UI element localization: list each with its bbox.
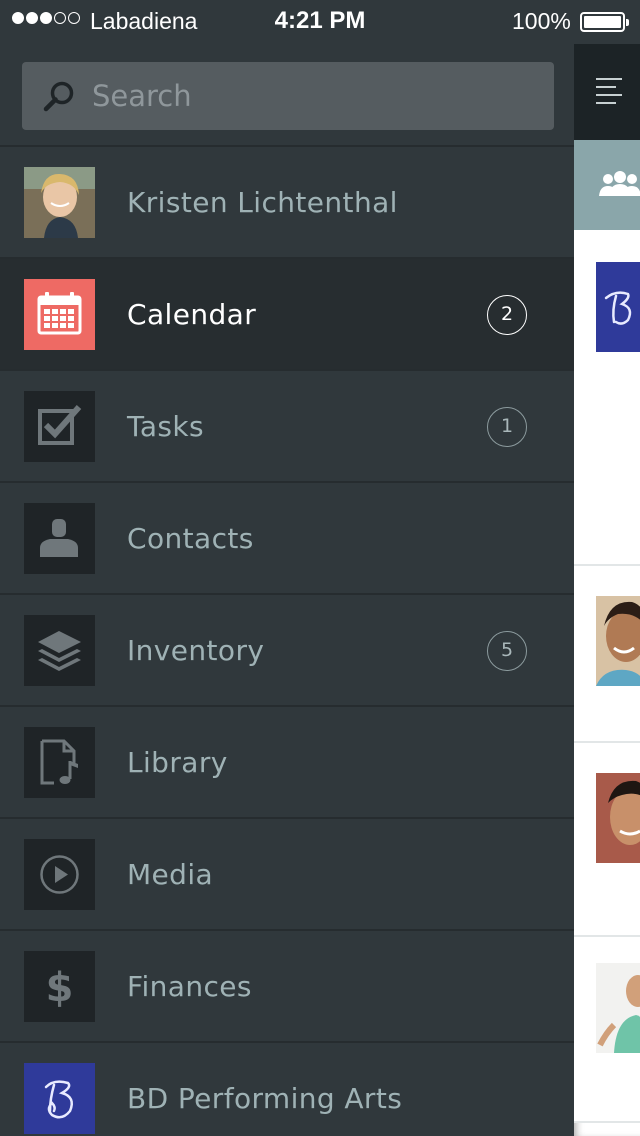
group-bar[interactable] <box>574 140 640 230</box>
calendar-tile <box>24 279 95 350</box>
menu-item-library[interactable]: Library <box>0 707 574 819</box>
calendar-icon <box>37 292 82 335</box>
main-content-panel <box>574 0 640 1136</box>
search-input[interactable] <box>92 62 542 130</box>
layers-icon <box>38 631 81 671</box>
search-bar <box>0 44 574 147</box>
count-badge: 2 <box>487 295 527 335</box>
tasks-tile <box>24 391 95 462</box>
organization-logo-icon <box>44 1080 73 1119</box>
count-badge: 1 <box>487 407 527 447</box>
finances-tile: $ <box>24 951 95 1022</box>
user-avatar-icon <box>24 167 95 238</box>
person-photo-icon <box>596 596 640 686</box>
feed-item[interactable] <box>574 743 640 937</box>
organization-logo <box>24 1063 95 1134</box>
status-bar: Labadiena 4:21 PM 100% <box>0 0 640 44</box>
search-field[interactable] <box>22 62 554 130</box>
navigation-drawer: Kristen Lichtenthal Calendar 2 <box>0 44 574 1136</box>
menu-item-label: Tasks <box>127 410 205 443</box>
menu-list: Kristen Lichtenthal Calendar 2 Tasks 1 C… <box>0 147 574 1136</box>
menu-item-label: Kristen Lichtenthal <box>127 186 398 219</box>
contacts-tile <box>24 503 95 574</box>
dollar-icon: $ <box>46 965 74 1011</box>
contact-photo <box>596 596 640 686</box>
menu-item-calendar[interactable]: Calendar 2 <box>0 259 574 371</box>
menu-icon[interactable] <box>596 78 622 106</box>
menu-item-label: Finances <box>127 970 252 1003</box>
person-icon <box>40 519 78 557</box>
search-icon <box>43 81 74 112</box>
library-tile <box>24 727 95 798</box>
feed-item[interactable] <box>574 566 640 743</box>
menu-item-tasks[interactable]: Tasks 1 <box>0 371 574 483</box>
group-icon <box>599 171 640 196</box>
menu-item-contacts[interactable]: Contacts <box>0 483 574 595</box>
menu-item-label: Contacts <box>127 522 254 555</box>
battery-percentage: 100% <box>512 8 571 34</box>
feed-item[interactable] <box>574 230 640 566</box>
menu-item-media[interactable]: Media <box>0 819 574 931</box>
contact-photo <box>596 773 640 863</box>
menu-item-finances[interactable]: $ Finances <box>0 931 574 1043</box>
avatar <box>24 167 95 238</box>
menu-item-label: Library <box>127 746 228 779</box>
menu-item-label: BD Performing Arts <box>127 1082 403 1115</box>
count-badge: 5 <box>487 631 527 671</box>
music-file-icon <box>40 739 78 785</box>
person-photo-icon <box>596 773 640 863</box>
person-photo-icon <box>596 963 640 1053</box>
menu-item-label: Inventory <box>127 634 265 667</box>
play-icon <box>40 855 79 894</box>
menu-item-inventory[interactable]: Inventory 5 <box>0 595 574 707</box>
feed-item[interactable] <box>574 937 640 1123</box>
organization-logo-icon <box>604 291 632 325</box>
menu-item-profile[interactable]: Kristen Lichtenthal <box>0 147 574 259</box>
organization-thumbnail <box>596 262 640 352</box>
inventory-tile <box>24 615 95 686</box>
checkbox-icon <box>38 405 82 445</box>
menu-item-organization[interactable]: BD Performing Arts <box>0 1043 574 1136</box>
svg-text:$: $ <box>46 965 74 1011</box>
media-tile <box>24 839 95 910</box>
menu-item-label: Media <box>127 858 214 891</box>
battery-icon <box>580 12 629 32</box>
menu-item-label: Calendar <box>127 298 257 331</box>
contact-photo <box>596 963 640 1053</box>
